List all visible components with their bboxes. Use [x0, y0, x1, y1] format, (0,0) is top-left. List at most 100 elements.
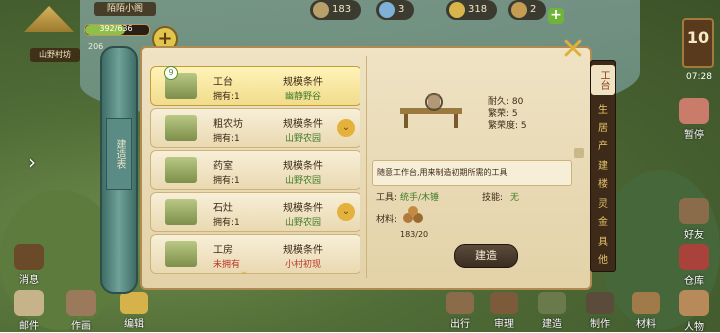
tab-category[interactable]: 灵 [591, 195, 615, 210]
friends-icon [679, 198, 709, 224]
build-button[interactable]: 建造 [454, 244, 518, 268]
roof-icon [24, 6, 74, 32]
village-name: 陌陌小阁 [94, 2, 156, 16]
travel-button[interactable]: 出行 [438, 292, 482, 330]
item-cond-label: 规模条件 [283, 203, 323, 214]
count-badge: 9 [164, 66, 178, 80]
workbench-image [400, 93, 462, 128]
item-name: 药室 [213, 161, 233, 172]
warehouse-button[interactable]: 仓库 [672, 244, 716, 287]
building-thumbnail [165, 199, 197, 225]
edit-icon [120, 292, 148, 314]
prosperity-degree: 繁荣度: 5 [488, 121, 527, 131]
day-counter: 10 [682, 18, 714, 68]
resource-pill-2[interactable]: 3 [376, 0, 415, 20]
building-detail: 耐久: 80 繁荣: 5 繁荣度: 5 随意工作台,用来制造初期所需的工具 工具… [372, 56, 578, 282]
item-cond: 山野农园 [285, 134, 322, 144]
panel-vertical-title: 建造表 [106, 118, 132, 190]
item-owned: 拥有:1 [213, 92, 240, 102]
building-description: 随意工作台,用来制造初期所需的工具 [372, 160, 572, 186]
wood-logs-icon [403, 206, 423, 223]
village-subname: 山野村坊 [30, 48, 80, 62]
item-name: 石灶 [213, 203, 233, 214]
add-resource-button[interactable]: + [548, 8, 564, 24]
close-icon[interactable]: ✕ [558, 35, 588, 65]
pause-icon [679, 98, 709, 124]
resource-pill-3[interactable]: 318 [446, 0, 498, 20]
character-icon [679, 290, 709, 316]
population-text: 392/636 [99, 24, 133, 33]
list-item[interactable]: 工房 未拥有 规模条件 小村初现 [150, 234, 360, 274]
build-icon [538, 292, 566, 314]
warehouse-icon [679, 244, 709, 270]
painting-icon [66, 290, 96, 316]
item-owned: 未拥有 [213, 260, 241, 270]
tab-category[interactable]: 生 [591, 101, 615, 116]
item-owned: 拥有:1 [213, 134, 240, 144]
left-expand-arrow[interactable]: › [22, 150, 42, 174]
item-name: 工台 [213, 77, 233, 88]
materials-button[interactable]: 材料 [624, 292, 668, 330]
painting-button[interactable]: 作画 [58, 290, 104, 332]
item-cond-label: 规模条件 [283, 161, 323, 172]
panel-divider [366, 56, 367, 278]
materials-icon [632, 292, 660, 314]
craft-icon [586, 292, 614, 314]
building-thumbnail [165, 115, 197, 141]
message-icon [14, 244, 44, 270]
chevron-down-icon[interactable]: ⌄ [337, 119, 355, 137]
tab-category[interactable]: 具 [591, 233, 615, 248]
item-cond: 山野农园 [285, 176, 322, 186]
item-cond: 小村初现 [285, 260, 322, 270]
tab-category[interactable]: 产 [591, 137, 615, 152]
item-owned: 拥有:1 [213, 218, 240, 228]
scroll-down-icon[interactable]: ⌄ [240, 266, 248, 277]
tool-label: 工具: [376, 193, 398, 203]
judge-button[interactable]: 审理 [482, 292, 526, 330]
material-count: 183/20 [400, 230, 429, 239]
item-cond: 幽静野谷 [285, 92, 322, 102]
resource-icon [313, 2, 329, 18]
tab-category[interactable]: 居 [591, 119, 615, 134]
tab-workbench[interactable]: 工台 [591, 65, 615, 95]
coin-icon [449, 2, 465, 18]
skill-label: 技能: [482, 193, 504, 203]
tab-category[interactable]: 金 [591, 213, 615, 228]
tool-value: 统手/木锤 [400, 193, 440, 203]
judge-icon [490, 292, 518, 314]
list-item[interactable]: 粗农坊 拥有:1 规模条件 山野农园 ⌄ [150, 108, 360, 148]
building-thumbnail [165, 241, 197, 267]
item-cond-label: 规模条件 [283, 77, 323, 88]
friends-button[interactable]: 好友 [672, 198, 716, 241]
small-scroll-handle[interactable] [574, 148, 584, 158]
list-item[interactable]: 工台 拥有:1 规模条件 幽静野谷 [150, 66, 360, 106]
chevron-down-icon[interactable]: ⌄ [337, 203, 355, 221]
item-cond-label: 规模条件 [283, 245, 323, 256]
mail-icon [14, 290, 44, 316]
tab-category[interactable]: 建 [591, 157, 615, 172]
building-thumbnail [165, 157, 197, 183]
build-menu-button[interactable]: 建造 [530, 292, 574, 330]
scroll-icon [511, 2, 527, 18]
messages-button[interactable]: 消息 [6, 244, 52, 286]
pause-button[interactable]: 暂停 [672, 98, 716, 141]
small-coin-count: 206 [88, 42, 104, 51]
characters-button[interactable]: 人物 [672, 290, 716, 333]
material-label: 材料: [376, 215, 398, 225]
item-name: 工房 [213, 245, 233, 256]
clock-time: 07:28 [686, 72, 712, 82]
mail-button[interactable]: 邮件 [6, 290, 52, 332]
tab-category[interactable]: 楼 [591, 175, 615, 190]
travel-icon [446, 292, 474, 314]
item-cond-label: 规模条件 [283, 119, 323, 130]
skill-value: 无 [510, 193, 520, 203]
resource-pill-1[interactable]: 183 [310, 0, 362, 20]
building-list[interactable]: 工台 拥有:1 规模条件 幽静野谷 粗农坊 拥有:1 规模条件 山野农园 ⌄ 药… [150, 62, 360, 276]
craft-button[interactable]: 制作 [578, 292, 622, 330]
list-item[interactable]: 石灶 拥有:1 规模条件 山野农园 ⌄ [150, 192, 360, 232]
resource-pill-4[interactable]: 2 [508, 0, 547, 20]
list-item[interactable]: 药室 拥有:1 规模条件 山野农园 [150, 150, 360, 190]
edit-button[interactable]: 编辑 [112, 292, 156, 330]
tab-category[interactable]: 他 [591, 251, 615, 266]
gem-icon [379, 2, 395, 18]
